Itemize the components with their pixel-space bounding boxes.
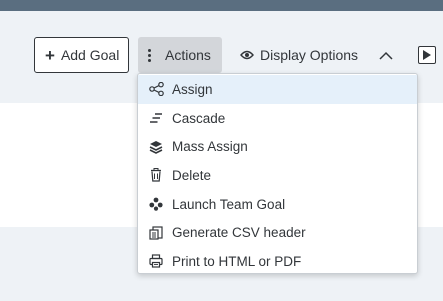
csv-document-icon: [148, 225, 164, 241]
printer-icon: [148, 253, 164, 269]
menu-item-delete[interactable]: Delete: [138, 161, 417, 190]
menu-item-launch-team-goal[interactable]: Launch Team Goal: [138, 190, 417, 219]
actions-menu: Assign Cascade Mass Assign Delete Launch…: [137, 73, 418, 274]
menu-item-generate-csv-header[interactable]: Generate CSV header: [138, 218, 417, 247]
display-options-label: Display Options: [260, 47, 359, 63]
menu-item-label: Print to HTML or PDF: [172, 253, 302, 269]
menu-item-label: Delete: [172, 167, 212, 183]
actions-button[interactable]: Actions: [138, 37, 222, 73]
chevron-up-icon: [379, 51, 393, 60]
more-vertical-icon: [148, 48, 151, 62]
add-goal-button[interactable]: + Add Goal: [34, 37, 129, 73]
menu-item-label: Generate CSV header: [172, 225, 306, 241]
menu-item-mass-assign[interactable]: Mass Assign: [138, 132, 417, 161]
menu-item-label: Cascade: [172, 110, 226, 126]
trash-icon: [148, 167, 164, 183]
share-nodes-icon: [148, 81, 164, 97]
team-icon: [148, 196, 164, 212]
menu-item-assign[interactable]: Assign: [138, 75, 417, 104]
play-icon: [423, 50, 431, 60]
menu-item-label: Mass Assign: [172, 139, 248, 155]
menu-item-label: Assign: [172, 81, 213, 97]
expand-panel-button[interactable]: [418, 46, 436, 64]
eye-icon: [240, 50, 254, 60]
actions-label: Actions: [165, 47, 211, 63]
add-goal-label: Add Goal: [60, 47, 120, 63]
menu-item-label: Launch Team Goal: [172, 196, 286, 212]
display-options-button[interactable]: Display Options: [234, 37, 364, 73]
cascade-lines-icon: [148, 110, 164, 126]
menu-item-print[interactable]: Print to HTML or PDF: [138, 247, 417, 276]
layers-icon: [148, 139, 164, 155]
app-header-bar: [0, 0, 443, 11]
menu-item-cascade[interactable]: Cascade: [138, 104, 417, 133]
collapse-button[interactable]: [372, 37, 400, 73]
plus-icon: +: [45, 45, 55, 65]
